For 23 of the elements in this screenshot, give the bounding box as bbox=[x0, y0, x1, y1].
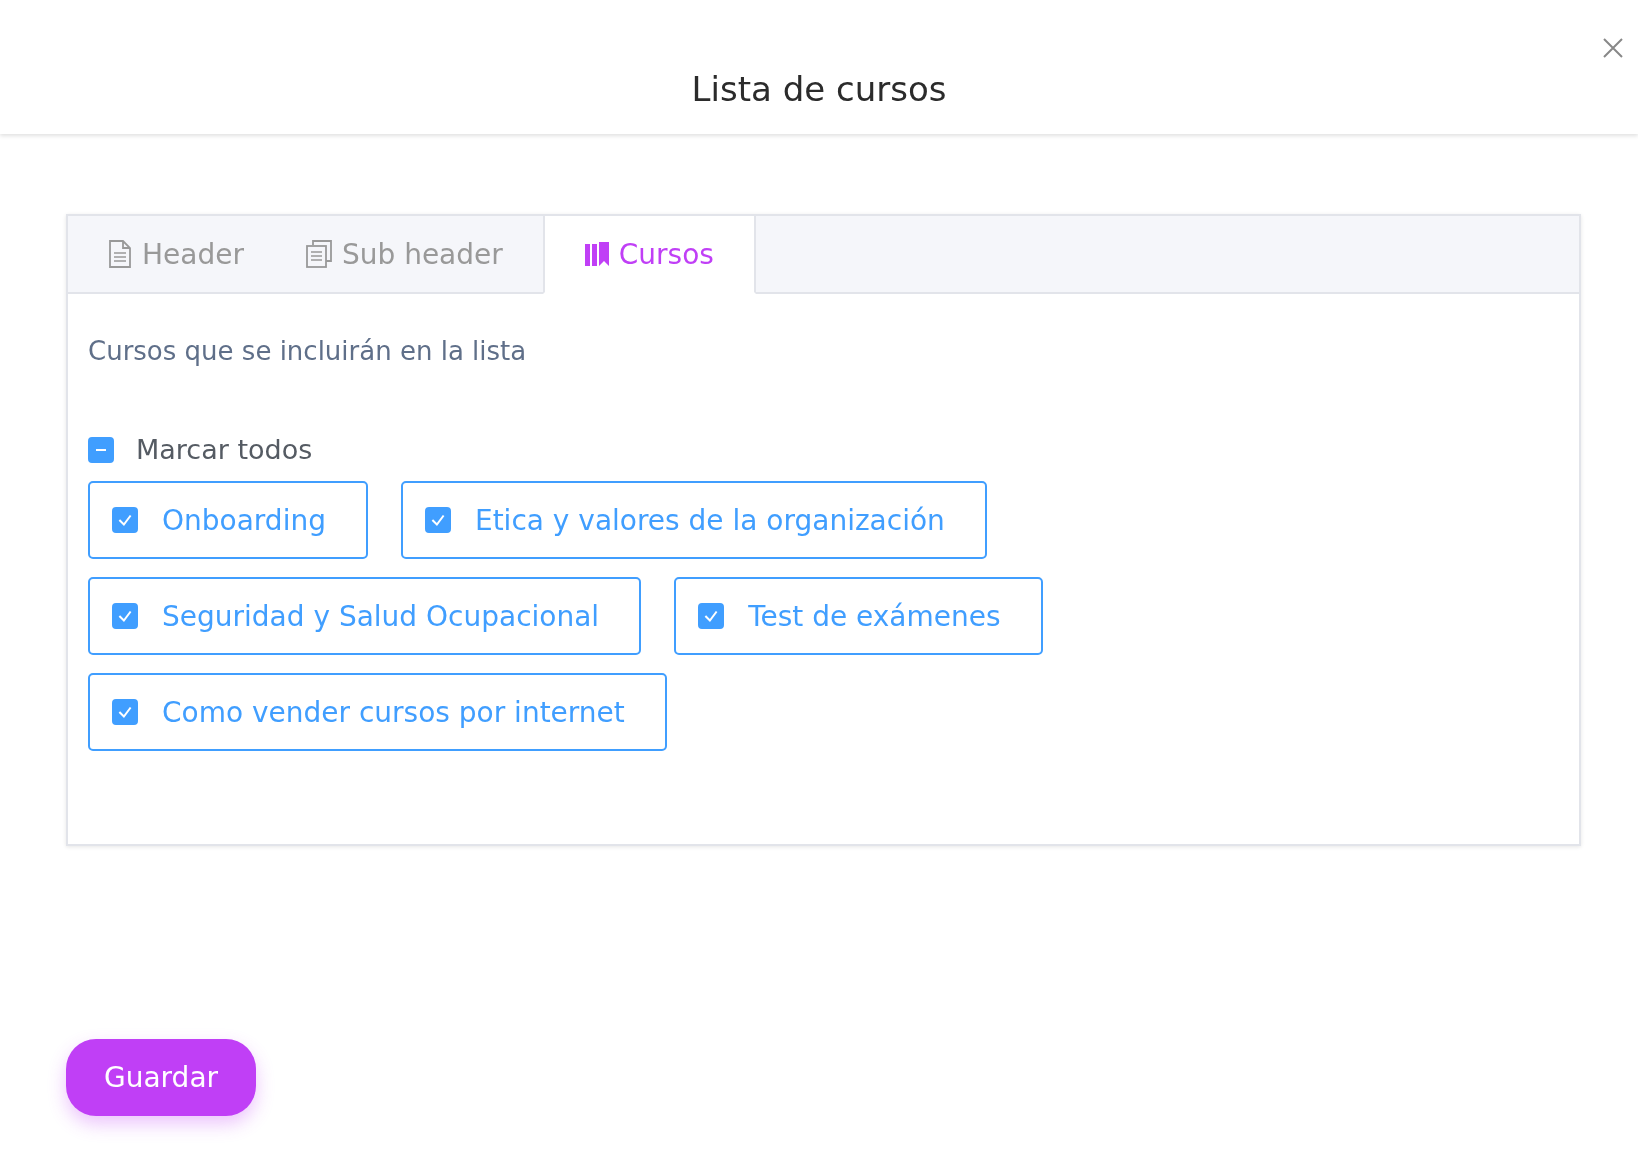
tab[interactable]: Cursos bbox=[542, 216, 756, 294]
course-option[interactable]: Onboarding bbox=[88, 481, 368, 559]
checkbox[interactable] bbox=[112, 603, 138, 629]
checkbox[interactable] bbox=[112, 699, 138, 725]
checkbox[interactable] bbox=[88, 436, 114, 463]
course-option[interactable]: Etica y valores de la organización bbox=[400, 481, 987, 559]
course-option[interactable]: Como vender cursos por internet bbox=[88, 673, 667, 751]
close-icon[interactable] bbox=[1602, 37, 1624, 59]
section-heading: Cursos que se incluirán en la lista bbox=[88, 336, 528, 366]
course-option[interactable]: Seguridad y Salud Ocupacional bbox=[88, 577, 642, 655]
minus-icon bbox=[96, 448, 106, 451]
document-icon bbox=[108, 240, 132, 268]
documents-icon bbox=[305, 240, 332, 268]
dialog-title: Lista de cursos bbox=[691, 68, 947, 109]
select-all-checkbox[interactable]: Marcar todos bbox=[88, 434, 1559, 465]
tab[interactable]: Header bbox=[68, 216, 266, 294]
tab[interactable]: Sub header bbox=[265, 216, 543, 294]
save-button[interactable]: Guardar bbox=[66, 1039, 257, 1116]
course-option[interactable]: Test de exámenes bbox=[674, 577, 1043, 655]
checkbox[interactable] bbox=[112, 507, 138, 533]
books-icon bbox=[584, 242, 609, 266]
checkbox[interactable] bbox=[424, 507, 451, 533]
checkbox[interactable] bbox=[698, 603, 725, 629]
